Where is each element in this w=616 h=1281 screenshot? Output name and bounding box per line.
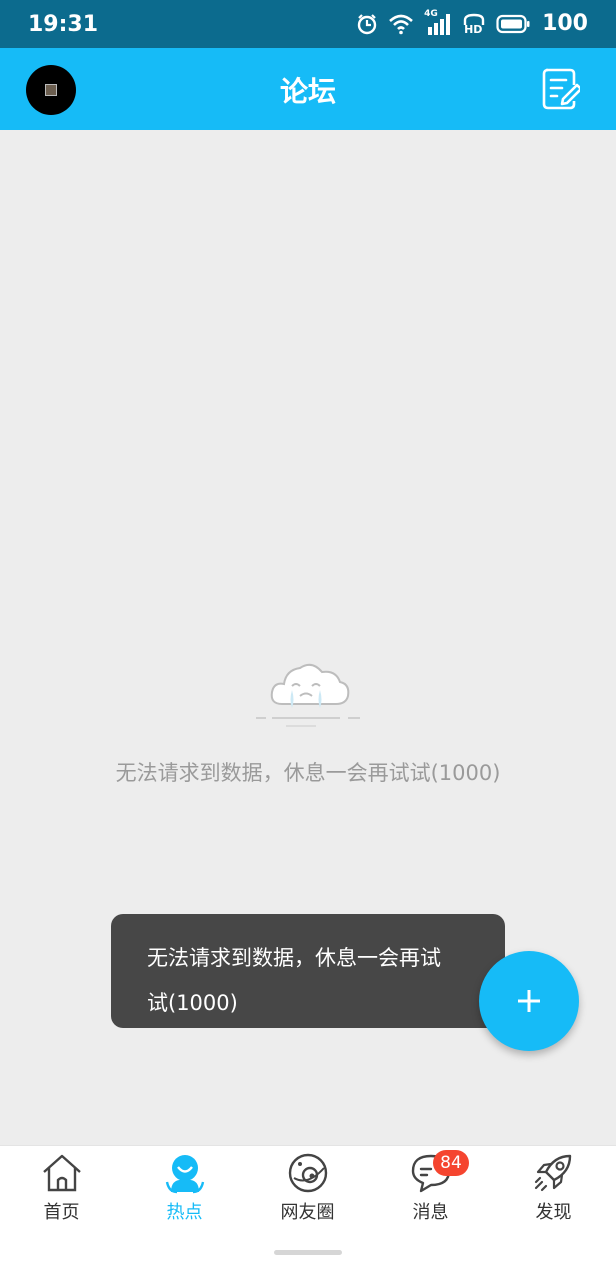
status-time: 19:31 [28, 12, 99, 37]
nav-label-friends-circle: 网友圈 [280, 1202, 335, 1223]
planet-icon [288, 1153, 327, 1193]
page-title: 论坛 [279, 75, 336, 108]
compose-icon[interactable] [540, 67, 580, 111]
messages-badge: 84 [433, 1150, 469, 1176]
nav-label-hot: 热点 [166, 1202, 203, 1223]
wifi-icon [389, 14, 413, 34]
home-icon [42, 1154, 81, 1192]
nav-label-discover: 发现 [535, 1202, 572, 1223]
empty-state-message: 无法请求到数据，休息一会再试试(1000) [115, 761, 501, 785]
rocket-icon [534, 1154, 571, 1192]
add-post-button[interactable] [479, 951, 579, 1051]
hot-person-icon [165, 1155, 204, 1194]
bottom-nav: 首页 热点 网友圈 84 消息 发现 [0, 1145, 616, 1281]
nav-item-messages[interactable]: 84 消息 [369, 1146, 492, 1236]
signal-icon: 4G [424, 9, 452, 35]
status-icons: 4G HD 100 [356, 9, 588, 36]
home-indicator[interactable] [274, 1250, 342, 1255]
status-bar: 19:31 4G HD 100 [0, 0, 616, 48]
toast-line-1: 无法请求到数据，休息一会再试 [147, 946, 441, 970]
nav-item-friends-circle[interactable]: 网友圈 [246, 1146, 369, 1236]
hd-icon: HD [462, 13, 486, 36]
nav-item-hot[interactable]: 热点 [123, 1146, 246, 1236]
nav-label-home: 首页 [43, 1202, 80, 1223]
alarm-icon [357, 13, 377, 34]
battery-icon [496, 14, 530, 33]
hd-label: HD [464, 22, 483, 36]
nav-item-home[interactable]: 首页 [0, 1146, 123, 1236]
toast-line-2: 试(1000) [147, 991, 238, 1015]
battery-level: 100 [542, 11, 588, 36]
toast: 无法请求到数据，休息一会再试 试(1000) [111, 914, 505, 1028]
nav-label-messages: 消息 [412, 1202, 449, 1223]
plus-icon [518, 990, 540, 1012]
crying-cloud-icon [256, 663, 360, 727]
app-header: 论坛 [0, 48, 616, 130]
nav-item-discover[interactable]: 发现 [492, 1146, 615, 1236]
